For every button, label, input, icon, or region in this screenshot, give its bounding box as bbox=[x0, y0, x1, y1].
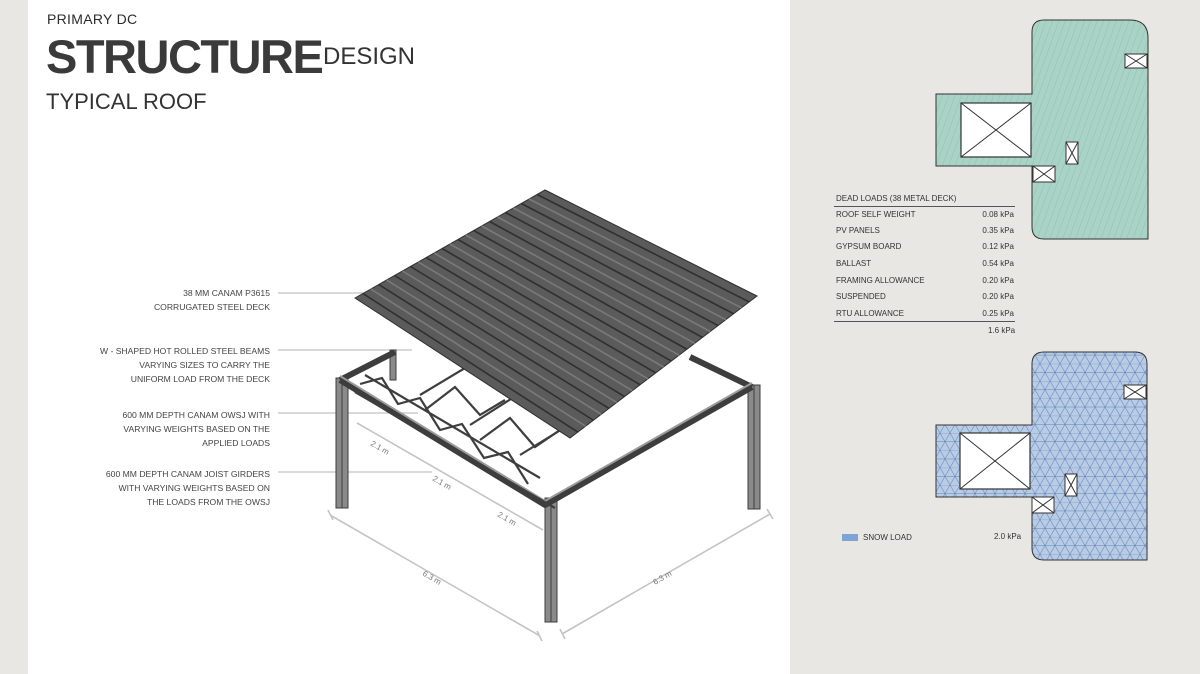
dead-load-name: FRAMING ALLOWANCE bbox=[836, 276, 925, 285]
dead-load-value: 0.12 kPa bbox=[982, 242, 1014, 251]
snow-load-value: 2.0 kPa bbox=[994, 532, 1022, 541]
dead-loads-rule-bottom bbox=[834, 321, 1015, 322]
dead-load-value: 0.20 kPa bbox=[982, 276, 1014, 285]
snow-load-plan bbox=[935, 351, 1148, 561]
dead-load-name: GYPSUM BOARD bbox=[836, 242, 902, 251]
dead-load-name: PV PANELS bbox=[836, 226, 880, 235]
dead-load-value: 0.54 kPa bbox=[982, 259, 1014, 268]
dead-loads-total: 1.6 kPa bbox=[988, 326, 1016, 335]
snow-load-swatch bbox=[842, 534, 858, 541]
dead-loads-rule-top bbox=[834, 206, 1015, 207]
dead-load-value: 0.25 kPa bbox=[982, 309, 1014, 318]
dead-load-name: ROOF SELF WEIGHT bbox=[836, 210, 916, 219]
dead-load-name: RTU ALLOWANCE bbox=[836, 309, 905, 318]
dead-load-name: BALLAST bbox=[836, 259, 872, 268]
dead-load-value: 0.08 kPa bbox=[982, 210, 1014, 219]
dead-load-value: 0.20 kPa bbox=[982, 292, 1014, 301]
dim-bay-3: 2.1 m bbox=[496, 510, 518, 528]
corrugated-steel-deck bbox=[354, 189, 758, 439]
dead-load-value: 0.35 kPa bbox=[982, 226, 1014, 235]
dim-span-left: 6.3 m bbox=[421, 569, 443, 587]
dead-loads-title: DEAD LOADS (38 METAL DECK) bbox=[836, 194, 957, 203]
snow-load-label: SNOW LOAD bbox=[863, 533, 912, 542]
dead-load-name: SUSPENDED bbox=[836, 292, 886, 301]
roof-structure-diagram: 2.1 m 2.1 m 2.1 m 6.3 m 6.3 m bbox=[278, 19, 1149, 642]
